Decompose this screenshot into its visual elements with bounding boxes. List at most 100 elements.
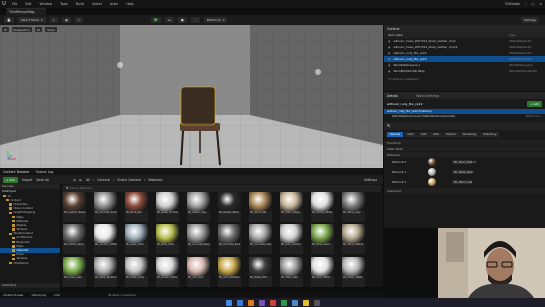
asset-tile[interactable]: ML_Grid_Checker	[280, 224, 303, 255]
visibility-eye-icon[interactable]: ◉	[388, 63, 390, 67]
breadcrumb-item[interactable]: Materials	[148, 178, 163, 182]
details-filter-tab[interactable]: LOD	[418, 132, 430, 137]
asset-tile[interactable]: ML_Stone_Pebble	[342, 224, 365, 255]
taskbar-app-icon[interactable]	[236, 299, 243, 306]
asset-tile[interactable]: ML_Metal_Dark	[249, 256, 272, 287]
menu-tools[interactable]: Tools	[56, 2, 72, 6]
taskbar-app-icon[interactable]	[258, 299, 265, 306]
breadcrumb-item[interactable]: Content	[97, 178, 110, 182]
asset-tile[interactable]: ML_Leather_Brown	[63, 192, 86, 222]
taskbar-app-icon[interactable]	[291, 299, 298, 306]
asset-tile[interactable]: ML_Steel_Satin	[280, 256, 303, 287]
asset-tile[interactable]: ML_Metal_Chrome	[156, 192, 179, 222]
tab-output-log[interactable]: Output Log	[36, 170, 54, 174]
level-viewport[interactable]	[0, 25, 383, 168]
import-button[interactable]: Import	[22, 178, 33, 182]
details-filter-tab[interactable]: Physics	[443, 132, 459, 137]
asset-search-input[interactable]: 🔍 Search Materials	[63, 185, 381, 192]
section-advanced[interactable]: Advanced	[384, 188, 545, 193]
material-dropdown[interactable]: ML_Metal_Steel	[452, 170, 473, 174]
settings-button[interactable]: Settings	[520, 17, 539, 23]
mode-dropdown[interactable]: Select Mode ▾	[17, 17, 46, 23]
asset-tile[interactable]: ML_Ceramic_White	[94, 224, 117, 255]
menu-help[interactable]: Help	[122, 2, 137, 6]
menu-build[interactable]: Build	[72, 2, 88, 6]
taskbar-app-icon[interactable]	[280, 299, 287, 306]
project-tab[interactable]: ThirdPersonMap	[6, 8, 46, 15]
visibility-eye-icon[interactable]: ◉	[388, 45, 390, 49]
minimize-icon[interactable]: –	[525, 2, 527, 6]
menu-select[interactable]: Select	[88, 2, 106, 6]
taskbar-app-icon[interactable]	[302, 299, 309, 306]
asset-tile[interactable]: ML_Rubber_Black	[218, 192, 241, 222]
material-thumbnail[interactable]	[428, 178, 436, 186]
asset-tile[interactable]: ML_Stone_Grey	[342, 192, 365, 222]
asset-tile[interactable]: ML_Metal_Brushed	[94, 256, 117, 287]
visibility-eye-icon[interactable]: ◉	[388, 39, 390, 43]
save-all-button[interactable]: Save All	[36, 178, 49, 182]
asset-tile[interactable]: ML_Paint_White	[311, 256, 334, 287]
outliner-col-label[interactable]: Item Label	[388, 33, 403, 37]
asset-tile[interactable]: ML_Moss_Green	[311, 224, 334, 255]
asset-tile[interactable]: ML_Metal_Silver	[125, 256, 148, 287]
lit-button[interactable]: Lit	[34, 27, 43, 32]
section-static-mesh[interactable]: Static Mesh	[384, 146, 545, 151]
add-actor-icon[interactable]: +	[49, 17, 59, 23]
menu-file[interactable]: File	[8, 2, 21, 6]
cinematics-icon[interactable]: ▷	[75, 17, 84, 23]
asset-tile[interactable]: ML_Concrete_Rough	[187, 224, 210, 255]
output-log-button[interactable]: Output Log	[32, 294, 46, 297]
asset-tile[interactable]: ML_Brick_Red	[125, 192, 148, 222]
play-button[interactable]: ▶	[151, 17, 162, 23]
unreal-logo-icon[interactable]: U	[0, 0, 8, 8]
component-child[interactable]: StaticMeshComponent (StaticMeshComponent…	[384, 114, 545, 119]
asset-tile[interactable]: ML_Glass_Clear	[125, 224, 148, 255]
taskbar-app-icon[interactable]	[313, 299, 320, 306]
outliner-col-type[interactable]: Type	[509, 33, 545, 37]
cmd-button[interactable]: Cmd	[54, 294, 60, 297]
asset-tile[interactable]: ML_Plastic_Grey	[187, 192, 210, 222]
material-thumbnail[interactable]	[428, 158, 436, 166]
asset-tile[interactable]: ML_Balls_Color	[156, 224, 179, 255]
asset-tile[interactable]: ML_Concrete_Dark	[218, 224, 241, 255]
perspective-button[interactable]: Perspective	[11, 27, 32, 32]
cb-add-button[interactable]: + Add	[3, 176, 18, 183]
edit-cpp-link[interactable]: Edit in C++	[526, 115, 541, 118]
windows-start-icon[interactable]	[225, 299, 232, 306]
visibility-eye-icon[interactable]: ◉	[388, 51, 390, 55]
menu-actor[interactable]: Actor	[106, 2, 122, 6]
cb-settings-button[interactable]: Settings	[364, 178, 377, 182]
add-component-button[interactable]: + Add	[527, 101, 542, 107]
show-button[interactable]: Show	[45, 27, 57, 32]
asset-tile[interactable]: ML_Gold_Polished	[218, 256, 241, 287]
outliner-row[interactable]: ◉ WorldPartitionMiniMap WorldPartitionMini…	[384, 68, 545, 74]
asset-tile[interactable]: ML_Marble_White	[311, 192, 334, 222]
material-dropdown[interactable]: ML_Wood_Walnut	[452, 160, 476, 164]
forward-icon[interactable]: ▶	[80, 178, 82, 182]
details-search[interactable]: 🔍	[384, 122, 545, 130]
visibility-eye-icon[interactable]: ◉	[388, 57, 390, 61]
section-transform[interactable]: Transform	[384, 140, 545, 145]
taskbar-app-icon[interactable]	[247, 299, 254, 306]
platforms-button[interactable]: Platforms ▾	[203, 17, 228, 23]
asset-tile[interactable]: ML_Fabric_Beige	[280, 192, 303, 222]
asset-tile[interactable]: ML_Outline_Glow	[63, 224, 86, 255]
menu-edit[interactable]: Edit	[21, 2, 35, 6]
close-icon[interactable]: ✕	[539, 2, 542, 6]
visibility-eye-icon[interactable]: ◉	[388, 69, 390, 73]
world-settings-tab[interactable]: World Settings	[416, 94, 439, 98]
asset-tile[interactable]: ML_Concrete_Tiles	[249, 224, 272, 255]
breadcrumb-item[interactable]: Chairs Content	[117, 178, 141, 182]
content-drawer-button[interactable]: Content Drawer	[3, 294, 24, 297]
taskbar-app-icon[interactable]	[269, 299, 276, 306]
details-filter-tab[interactable]: Misc	[430, 132, 443, 137]
menu-window[interactable]: Window	[36, 2, 57, 6]
tree-folder-item[interactable]: ThirdPerson	[0, 261, 60, 265]
stop-icon[interactable]: ■	[177, 17, 187, 23]
blueprint-icon[interactable]: ▦	[62, 17, 72, 23]
play-options-icon[interactable]: ⋮	[190, 17, 200, 23]
step-icon[interactable]: ⏭	[165, 17, 174, 23]
maximize-icon[interactable]: □	[531, 2, 534, 6]
back-icon[interactable]: ◀	[73, 178, 75, 182]
asset-tile[interactable]: ML_Skin_Pink	[187, 256, 210, 287]
